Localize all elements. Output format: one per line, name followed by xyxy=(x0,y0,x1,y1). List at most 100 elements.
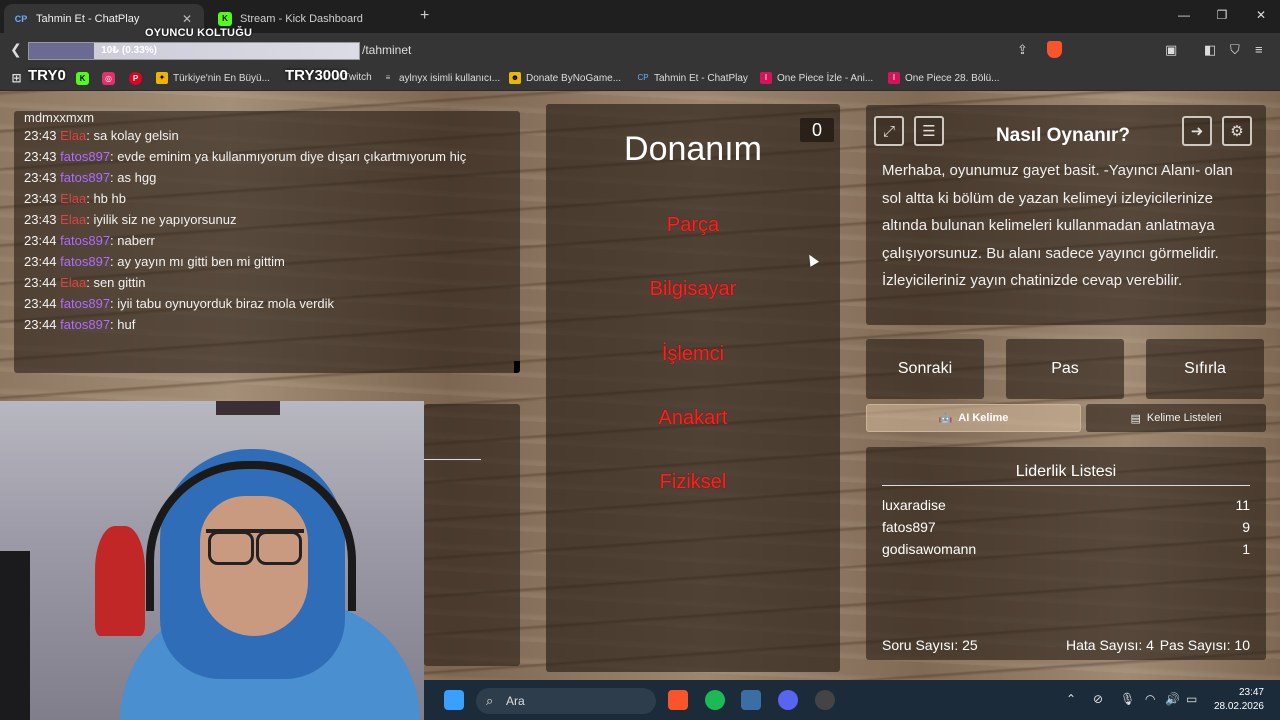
menu-icon[interactable]: ≡ xyxy=(1255,42,1263,57)
chat-message: 23:43 fatos897: as hgg xyxy=(24,170,157,185)
webcam-background-object xyxy=(95,526,145,636)
chat-text: huf xyxy=(117,317,136,332)
bookmark-item[interactable]: CP Tahmin Et - ChatPlay xyxy=(637,72,748,84)
chat-username[interactable]: fatos897 xyxy=(60,170,110,185)
chat-username[interactable]: fatos897 xyxy=(60,317,110,332)
bookmark-item[interactable]: I One Piece 28. Bölü... xyxy=(888,72,1000,84)
chat-timestamp: 23:44 xyxy=(24,317,57,332)
tab-word-lists[interactable]: ▤ Kelime Listeleri xyxy=(1086,404,1266,432)
apps-icon[interactable]: ⊞ xyxy=(10,72,23,85)
wifi-icon[interactable]: ◠ xyxy=(1145,692,1155,706)
chat-username[interactable]: fatos897 xyxy=(60,296,110,311)
bookmark-item[interactable]: ✦ Türkiye'nin En Büyü... xyxy=(156,72,270,84)
brave-icon[interactable] xyxy=(668,690,688,710)
search-icon: ⌕ xyxy=(486,693,494,708)
chat-message: 23:43 Elaa: sa kolay gelsin xyxy=(24,128,179,143)
chat-username[interactable]: Elaa xyxy=(60,128,86,143)
close-icon[interactable]: ✕ xyxy=(180,12,194,26)
chat-username[interactable]: fatos897 xyxy=(60,254,110,269)
new-tab-button[interactable]: + xyxy=(420,7,429,25)
back-icon[interactable]: ❮ xyxy=(10,41,22,58)
vpn-icon[interactable]: ⛉ xyxy=(1230,42,1240,58)
bookmark-label: Donate ByNoGame... xyxy=(526,72,622,84)
seat-progress-bar: 10₺ (0.33%) xyxy=(28,42,360,60)
url-field[interactable]: /tahminet xyxy=(360,40,1010,60)
clock-time: 23:47 xyxy=(1238,687,1264,698)
chat-text: hb hb xyxy=(93,191,126,206)
chevron-up-icon[interactable]: ⌃ xyxy=(1066,692,1076,706)
forbidden-word: Fiziksel xyxy=(659,471,727,493)
chat-message: 23:44 fatos897: iyii tabu oynuyorduk bir… xyxy=(24,296,335,311)
chat-message: 23:44 fatos897: ay yayın mı gitti ben mi… xyxy=(24,254,285,269)
sidebar-icon[interactable]: ◧ xyxy=(1204,42,1216,58)
pass-button[interactable]: Pas xyxy=(1006,339,1124,399)
leaderboard-row: luxaradise 11 xyxy=(882,497,1250,513)
reset-button[interactable]: Sıfırla xyxy=(1146,339,1264,399)
chat-message: 23:44 fatos897: huf xyxy=(24,317,136,332)
search-label: Ara xyxy=(506,694,525,708)
minimize-icon[interactable]: — xyxy=(1174,8,1194,22)
brave-shields-icon[interactable] xyxy=(1047,41,1062,58)
chat-text: ay yayın mı gitti ben mi gittim xyxy=(117,254,285,269)
bookmark-item[interactable]: ≡ aylnyx isimli kullanıcı... xyxy=(382,72,500,84)
app-icon[interactable] xyxy=(815,690,835,710)
kick-icon[interactable]: K xyxy=(76,72,89,85)
windows-start-icon[interactable] xyxy=(444,690,464,710)
steam-icon[interactable] xyxy=(741,690,761,710)
bookmark-icon: ≡ xyxy=(385,73,391,82)
chat-text: iyilik siz ne yapıyorsunuz xyxy=(93,212,237,227)
maximize-icon[interactable]: ❐ xyxy=(1212,8,1232,22)
instagram-icon[interactable]: ◎ xyxy=(102,72,115,85)
chat-list: 23:43 Elaa: sa kolay gelsin 23:43 fatos89… xyxy=(24,125,510,335)
tab-ai-word[interactable]: 🤖 AI Kelime xyxy=(866,404,1081,432)
kick-icon: K xyxy=(218,11,232,26)
bookmark-icon: ✦ xyxy=(156,72,168,84)
divider xyxy=(424,459,481,460)
bookmark-icon: ☻ xyxy=(509,72,521,84)
discord-icon[interactable] xyxy=(778,690,798,710)
volume-icon[interactable]: 🔊 xyxy=(1165,692,1180,706)
leaderboard-row: fatos897 9 xyxy=(882,519,1250,535)
bookmark-icon: I xyxy=(760,72,772,84)
mute-icon[interactable]: ⊘ xyxy=(1093,692,1103,706)
player-name: fatos897 xyxy=(882,519,936,535)
bookmark-label: aylnyx isimli kullanıcı... xyxy=(399,72,501,84)
pinterest-icon[interactable]: P xyxy=(129,72,142,85)
chat-username[interactable]: Elaa xyxy=(60,275,86,290)
chat-username[interactable]: Elaa xyxy=(60,212,86,227)
webcam-feed xyxy=(0,401,424,720)
chat-username[interactable]: fatos897 xyxy=(60,149,110,164)
chat-message: 23:44 Elaa: sen gittin xyxy=(24,275,146,290)
tab-title: Tahmin Et - ChatPlay xyxy=(36,12,140,25)
clipboard-icon: ▤ xyxy=(1130,412,1141,425)
share-icon[interactable]: ⇪ xyxy=(1017,42,1028,58)
forbidden-word: Parça xyxy=(666,214,720,236)
bookmark-label: Tahmin Et - ChatPlay xyxy=(654,72,748,84)
scrollbar[interactable] xyxy=(514,361,520,373)
bookmark-icon: I xyxy=(888,72,900,84)
spotify-icon[interactable] xyxy=(705,690,725,710)
chat-timestamp: 23:44 xyxy=(24,296,57,311)
leaderboard-row: godisawomann 1 xyxy=(882,541,1250,557)
forbidden-word: Anakart xyxy=(658,407,728,429)
chat-username[interactable]: Elaa xyxy=(60,191,86,206)
taskbar-clock[interactable]: 23:47 28.02.2026 xyxy=(1208,686,1264,714)
chat-username[interactable]: fatos897 xyxy=(60,233,110,248)
left-tag: TRY0 xyxy=(28,67,66,84)
battery-icon[interactable]: ▭ xyxy=(1186,692,1197,706)
chat-message: 23:44 fatos897: naberr xyxy=(24,233,155,248)
chat-message: 23:43 Elaa: iyilik siz ne yapıyorsunuz xyxy=(24,212,237,227)
chat-timestamp: 23:44 xyxy=(24,254,57,269)
taskbar-search[interactable]: ⌕ Ara xyxy=(476,688,656,714)
bookmark-item[interactable]: ☻ Donate ByNoGame... xyxy=(509,72,621,84)
bookmark-item[interactable]: I One Piece İzle - Ani... xyxy=(760,72,873,84)
chat-text: evde eminim ya kullanmıyorum diye dışarı… xyxy=(117,149,467,164)
question-count: Soru Sayısı: 25 xyxy=(882,637,978,653)
screenshot-icon[interactable]: ▣ xyxy=(1165,42,1177,58)
streamer-area-panel xyxy=(424,404,520,666)
chat-timestamp: 23:43 xyxy=(24,128,57,143)
player-name: godisawomann xyxy=(882,541,977,557)
microphone-icon[interactable]: 🎙 xyxy=(1120,692,1135,706)
close-window-icon[interactable]: ✕ xyxy=(1251,8,1271,22)
next-button[interactable]: Sonraki xyxy=(866,339,984,399)
